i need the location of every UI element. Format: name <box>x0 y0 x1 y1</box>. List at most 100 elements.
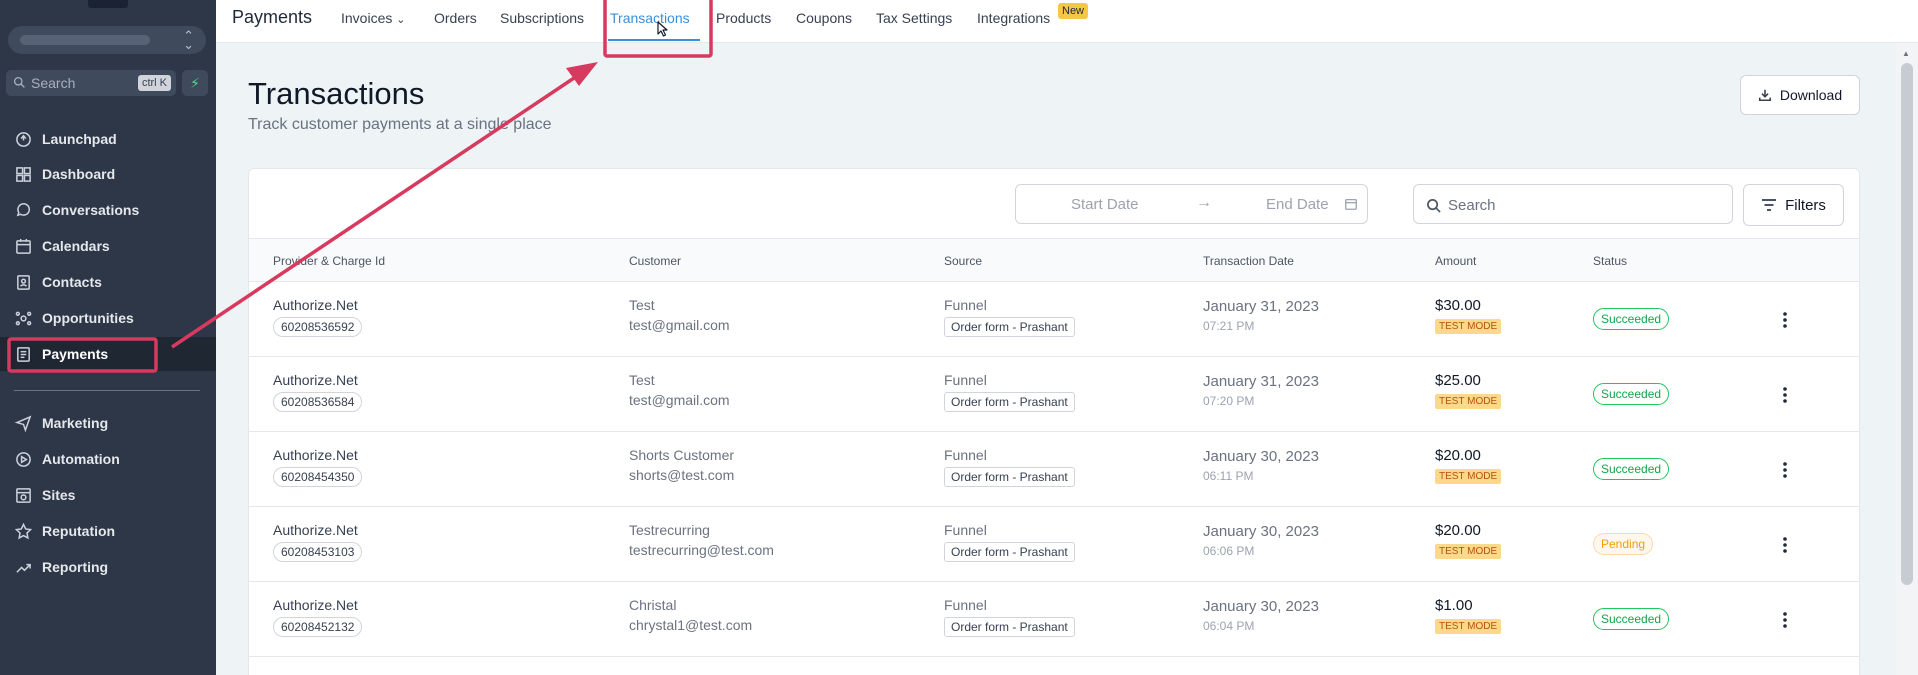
table-row[interactable]: Authorize.Net 60208536592 Test test@gmai… <box>249 282 1859 357</box>
launchpad-icon <box>14 130 32 148</box>
search-input[interactable] <box>1448 194 1718 216</box>
sidebar-item-marketing[interactable]: Marketing <box>0 406 216 440</box>
source-type: Funnel <box>944 597 987 613</box>
dashboard-icon <box>14 165 32 183</box>
source-detail-tag: Order form - Prashant <box>944 467 1075 487</box>
filters-button-label: Filters <box>1785 196 1826 214</box>
tab-subscriptions[interactable]: Subscriptions <box>500 10 584 26</box>
amount: $30.00 <box>1435 297 1481 314</box>
filters-button[interactable]: Filters <box>1743 184 1844 226</box>
sidebar-item-label: Marketing <box>42 415 109 431</box>
kebab-menu-icon[interactable] <box>1775 456 1795 484</box>
download-button-label: Download <box>1779 87 1843 103</box>
sidebar-item-reputation[interactable]: Reputation <box>0 514 216 548</box>
customer-name: Test <box>629 297 655 313</box>
transaction-date: January 31, 2023 <box>1203 298 1319 315</box>
calendar-icon <box>1345 198 1357 210</box>
amount: $20.00 <box>1435 522 1481 539</box>
sidebar-item-opportunities[interactable]: Opportunities <box>0 301 216 335</box>
customer-name: Test <box>629 372 655 388</box>
transaction-time: 06:04 PM <box>1203 619 1255 633</box>
tab-coupons[interactable]: Coupons <box>796 10 852 26</box>
account-name-blurred <box>20 35 150 45</box>
charge-id-pill: 60208536592 <box>273 317 363 337</box>
date-range-picker[interactable]: Start Date → End Date <box>1015 184 1368 224</box>
sidebar-item-calendars[interactable]: Calendars <box>0 229 216 263</box>
sidebar-item-contacts[interactable]: Contacts <box>0 265 216 299</box>
table-header: Provider & Charge Id Customer Source Tra… <box>249 238 1859 282</box>
source-detail-tag: Order form - Prashant <box>944 617 1075 637</box>
payments-icon <box>14 345 32 363</box>
new-badge: New <box>1058 3 1089 19</box>
sidebar-item-label: Sites <box>42 487 76 503</box>
source-type: Funnel <box>944 522 987 538</box>
sidebar-item-conversations[interactable]: Conversations <box>0 193 216 227</box>
vertical-scrollbar[interactable]: ▲ <box>1896 43 1918 675</box>
chat-bubble-icon <box>14 201 32 219</box>
charge-id-pill: 60208454350 <box>273 467 363 487</box>
column-header: Transaction Date <box>1203 254 1294 268</box>
table-row[interactable]: Authorize.Net 60208452132 Christal chrys… <box>249 582 1859 657</box>
charge-id-pill: 60208536584 <box>273 392 363 412</box>
table-row[interactable]: Authorize.Net 60208536584 Test test@gmai… <box>249 357 1859 432</box>
end-date-field[interactable]: End Date <box>1266 196 1329 213</box>
account-switcher[interactable]: ⌃ ⌄ <box>8 26 206 54</box>
transaction-date: January 31, 2023 <box>1203 373 1319 390</box>
customer-email: test@gmail.com <box>629 317 730 333</box>
column-header: Status <box>1593 254 1628 268</box>
kebab-menu-icon[interactable] <box>1775 306 1795 334</box>
sidebar-item-sites[interactable]: Sites <box>0 478 216 512</box>
sidebar-search[interactable]: Search ctrl K <box>6 70 176 96</box>
source-type: Funnel <box>944 372 987 388</box>
amount: $20.00 <box>1435 447 1481 464</box>
scrollbar-thumb[interactable] <box>1901 63 1913 585</box>
kebab-menu-icon[interactable] <box>1775 381 1795 409</box>
page-subtitle: Track customer payments at a single plac… <box>248 116 552 133</box>
test-mode-badge: TEST MODE <box>1435 619 1502 634</box>
tab-invoices[interactable]: Invoices ⌄ <box>341 10 405 26</box>
amount: $25.00 <box>1435 372 1481 389</box>
tab-transactions[interactable]: Transactions <box>610 10 690 26</box>
tab-products[interactable]: Products <box>716 10 771 26</box>
sidebar-item-automation[interactable]: Automation <box>0 442 216 476</box>
provider-name: Authorize.Net <box>273 297 358 313</box>
paper-plane-icon <box>14 414 32 432</box>
sidebar-item-dashboard[interactable]: Dashboard <box>0 157 216 191</box>
annotation-arrow-head <box>566 62 598 86</box>
automation-icon <box>14 450 32 468</box>
table-row[interactable]: Authorize.Net 60208454350 Shorts Custome… <box>249 432 1859 507</box>
status-badge: Succeeded <box>1593 383 1670 405</box>
scroll-up-arrow-icon[interactable]: ▲ <box>1902 49 1910 58</box>
column-header: Source <box>944 254 983 268</box>
start-date-field[interactable]: Start Date <box>1071 196 1139 213</box>
sites-icon <box>14 486 32 504</box>
tab-orders[interactable]: Orders <box>434 10 477 26</box>
customer-name: Shorts Customer <box>629 447 735 463</box>
table-row[interactable]: Authorize.Net 60208453103 Testrecurring … <box>249 507 1859 582</box>
test-mode-badge: TEST MODE <box>1435 469 1502 484</box>
quick-action-bolt-icon[interactable]: ⚡ <box>182 70 208 96</box>
sidebar-divider <box>14 390 200 391</box>
sidebar-item-reporting[interactable]: Reporting <box>0 550 216 584</box>
keyboard-shortcut-badge: ctrl K <box>137 75 171 91</box>
chevron-down-icon: ⌄ <box>396 14 406 26</box>
filter-lines-icon <box>1762 199 1777 211</box>
sidebar-item-launchpad[interactable]: Launchpad <box>0 122 216 156</box>
tab-label: Invoices <box>341 10 393 26</box>
provider-name: Authorize.Net <box>273 372 358 388</box>
page-title: Transactions <box>248 76 425 111</box>
active-tab-indicator <box>608 39 700 41</box>
status-badge: Succeeded <box>1593 608 1670 630</box>
transaction-time: 06:06 PM <box>1203 544 1255 558</box>
provider-name: Authorize.Net <box>273 522 358 538</box>
tab-tax-settings[interactable]: Tax Settings <box>876 10 952 26</box>
sidebar-item-payments[interactable]: Payments <box>0 337 216 371</box>
kebab-menu-icon[interactable] <box>1775 606 1795 634</box>
kebab-menu-icon[interactable] <box>1775 531 1795 559</box>
test-mode-badge: TEST MODE <box>1435 319 1502 334</box>
tab-integrations[interactable]: Integrations <box>977 10 1050 26</box>
download-button[interactable]: Download <box>1740 75 1860 115</box>
logo <box>88 0 128 8</box>
customer-email: testrecurring@test.com <box>629 542 774 558</box>
transaction-time: 07:21 PM <box>1203 319 1255 333</box>
